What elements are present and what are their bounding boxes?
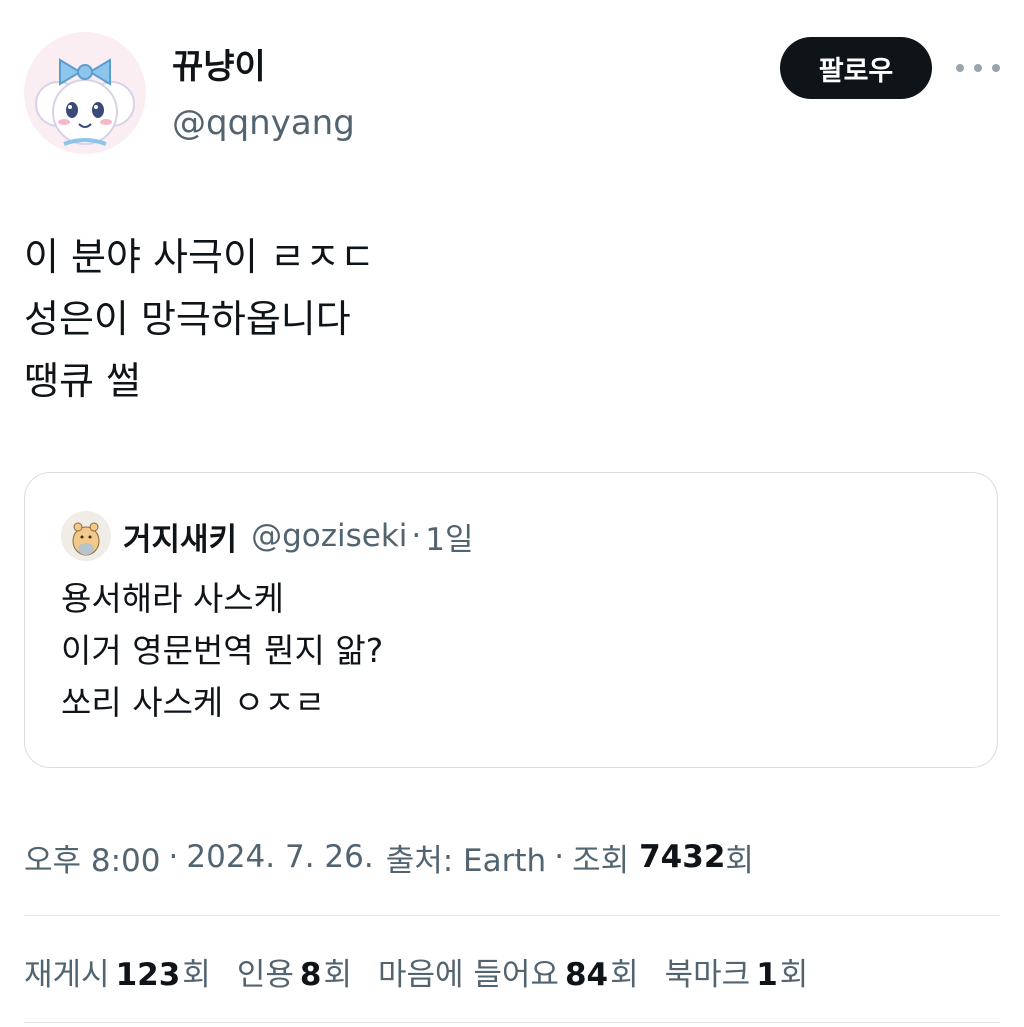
bookmarks-count: 1 <box>756 956 778 993</box>
likes-count: 84 <box>564 956 609 993</box>
retweets-stat[interactable]: 재게시 123 회 <box>24 949 211 994</box>
quoted-tweet-time[interactable]: 1일 <box>425 514 473 559</box>
tweet-time[interactable]: 오후 8:00 <box>24 835 161 880</box>
views-unit: 회 <box>725 842 754 879</box>
bookmarks-stat[interactable]: 북마크 1 회 <box>665 949 809 994</box>
stat-unit: 회 <box>323 956 352 993</box>
likes-label: 마음에 들어요 <box>377 956 559 993</box>
ellipsis-icon[interactable] <box>956 56 1000 80</box>
quoted-text-line: 이거 영문번역 뭔지 앎? <box>61 631 384 670</box>
tweet-source: 출처: Earth <box>385 842 547 879</box>
retweets-count: 123 <box>115 956 181 993</box>
follow-button[interactable]: 팔로우 <box>780 37 932 99</box>
separator-dot: · <box>411 518 422 554</box>
separator-dot: · <box>554 839 565 875</box>
tweet-text-line: 이 분야 사극이 ㄹㅈㄷ <box>24 235 375 279</box>
tweet-date[interactable]: 2024. 7. 26. <box>186 839 373 875</box>
author-display-name[interactable]: 뀨냥이 <box>172 46 266 88</box>
author-handle[interactable]: @qqnyang <box>172 102 355 144</box>
views-label: 조회 <box>572 842 630 879</box>
tweet-metadata: 오후 8:00 · 2024. 7. 26. 출처: Earth · 조회 74… <box>24 834 754 880</box>
quoted-author-name[interactable]: 거지새키 <box>123 514 237 559</box>
quoted-author-handle[interactable]: @goziseki <box>251 518 407 554</box>
quoted-tweet-body: 용서해라 사스케 이거 영문번역 뭔지 앎? 쏘리 사스케 ㅇㅈㄹ <box>61 573 383 729</box>
quotes-stat[interactable]: 인용 8 회 <box>237 949 352 994</box>
ellipsis-dot <box>956 64 964 72</box>
hamster-avatar-icon <box>61 511 111 561</box>
likes-stat[interactable]: 마음에 들어요 84 회 <box>378 949 639 994</box>
separator-dot: · <box>168 839 179 875</box>
retweets-label: 재게시 <box>24 956 110 993</box>
quotes-label: 인용 <box>236 956 294 993</box>
tweet-stats: 재게시 123 회 인용 8 회 마음에 들어요 84 회 북마크 1 회 <box>24 947 834 995</box>
quotes-count: 8 <box>299 956 322 993</box>
ellipsis-dot <box>992 64 1000 72</box>
author-avatar[interactable] <box>24 32 146 154</box>
views-count: 7432 <box>639 839 726 875</box>
tweet-text-line: 성은이 망극하옵니다 <box>24 297 351 341</box>
pink-sheep-avatar-icon <box>24 32 146 154</box>
divider <box>24 915 1000 916</box>
quoted-tweet-card[interactable]: 거지새키 @goziseki · 1일 용서해라 사스케 이거 영문번역 뭔지 … <box>24 472 998 768</box>
quoted-tweet-header: 거지새키 @goziseki · 1일 <box>123 513 474 559</box>
ellipsis-dot <box>974 64 982 72</box>
stat-unit: 회 <box>779 956 809 993</box>
quoted-text-line: 쏘리 사스케 ㅇㅈㄹ <box>61 683 325 722</box>
quoted-author-avatar[interactable] <box>61 511 111 561</box>
quoted-text-line: 용서해라 사스케 <box>61 579 285 618</box>
divider <box>24 1022 1000 1023</box>
tweet-text-line: 땡큐 썰 <box>24 359 141 403</box>
bookmarks-label: 북마크 <box>664 956 751 993</box>
stat-unit: 회 <box>182 956 211 993</box>
tweet-body: 이 분야 사극이 ㄹㅈㄷ 성은이 망극하옵니다 땡큐 썰 <box>24 226 984 412</box>
tweet-header: 뀨냥이 @qqnyang 팔로우 <box>24 32 1000 156</box>
stat-unit: 회 <box>610 956 639 993</box>
